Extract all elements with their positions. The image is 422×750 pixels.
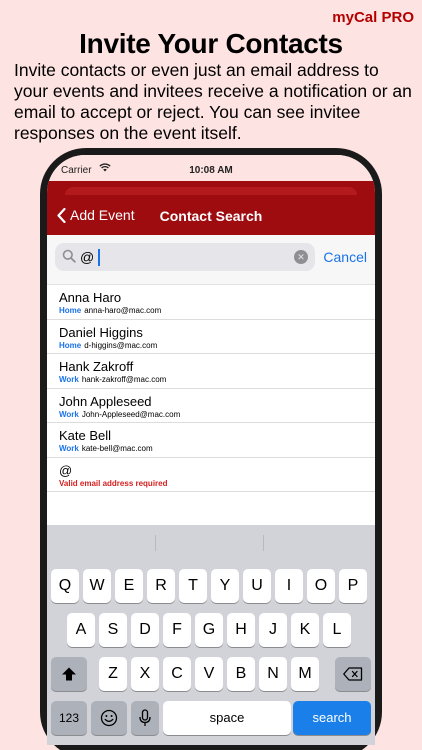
- keyboard-row-2: A S D F G H J K L: [47, 613, 375, 647]
- emoji-key[interactable]: [91, 701, 127, 735]
- status-bar: Carrier 10:08 AM: [47, 155, 375, 181]
- search-icon: [62, 249, 76, 268]
- search-bar: ✕ Cancel: [47, 235, 375, 285]
- email-type-label: Work: [59, 409, 79, 419]
- contact-email-line: Work John-Appleseed@mac.com: [59, 410, 180, 419]
- contact-row-hank-zakroff[interactable]: Hank Zakroff Work hank-zakroff@mac.com: [47, 354, 375, 389]
- emoji-icon: [100, 709, 118, 727]
- headline: Invite Your Contacts: [79, 28, 343, 59]
- key-h[interactable]: H: [227, 613, 255, 647]
- sheet-handle: [65, 187, 357, 195]
- keyboard-row-3: Z X C V B N M: [47, 657, 375, 691]
- email-type-label: Home: [59, 340, 82, 350]
- key-v[interactable]: V: [195, 657, 223, 691]
- contact-email: d-higgins@mac.com: [84, 340, 158, 350]
- key-d[interactable]: D: [131, 613, 159, 647]
- contact-name: Kate Bell: [59, 428, 112, 443]
- email-entry-row[interactable]: @ Valid email address required: [47, 457, 375, 492]
- cancel-button[interactable]: Cancel: [323, 249, 367, 265]
- key-m[interactable]: M: [291, 657, 319, 691]
- contact-email: kate-bell@mac.com: [81, 444, 153, 453]
- list-empty-area: [47, 492, 375, 525]
- contact-email-line: Home d-higgins@mac.com: [59, 341, 157, 350]
- phone-frame: Carrier 10:08 AM Add Event Contact Searc…: [40, 148, 382, 750]
- shift-key[interactable]: [51, 657, 87, 691]
- search-key[interactable]: search: [293, 701, 371, 735]
- key-e[interactable]: E: [115, 569, 143, 603]
- suggestion-divider: [155, 535, 156, 551]
- key-q[interactable]: Q: [51, 569, 79, 603]
- space-key[interactable]: space: [163, 701, 291, 735]
- key-l[interactable]: L: [323, 613, 351, 647]
- key-o[interactable]: O: [307, 569, 335, 603]
- email-type-label: Work: [59, 375, 79, 384]
- contact-email-line: Home anna-haro@mac.com: [59, 306, 161, 315]
- delete-key[interactable]: [335, 657, 371, 691]
- description: Invite contacts or even just an email ad…: [14, 60, 412, 143]
- backspace-icon: [343, 667, 363, 681]
- shift-arrow-icon: [62, 667, 76, 681]
- suggestion-divider: [263, 535, 264, 551]
- phone-screen: Carrier 10:08 AM Add Event Contact Searc…: [47, 155, 375, 745]
- key-z[interactable]: Z: [99, 657, 127, 691]
- email-type-label: Work: [59, 444, 79, 453]
- keyboard: Q W E R T Y U I O P A S D F G H J K L Z …: [47, 525, 375, 745]
- key-c[interactable]: C: [163, 657, 191, 691]
- contact-row-kate-bell[interactable]: Kate Bell Work kate-bell@mac.com: [47, 423, 375, 458]
- contact-row-anna-haro[interactable]: Anna Haro Home anna-haro@mac.com: [47, 285, 375, 320]
- key-j[interactable]: J: [259, 613, 287, 647]
- keyboard-row-1: Q W E R T Y U I O P: [47, 569, 375, 603]
- navigation-bar: Add Event Contact Search: [47, 181, 375, 235]
- email-type-label: Home: [59, 306, 82, 315]
- key-y[interactable]: Y: [211, 569, 239, 603]
- key-p[interactable]: P: [339, 569, 367, 603]
- key-g[interactable]: G: [195, 613, 223, 647]
- key-r[interactable]: R: [147, 569, 175, 603]
- contact-name: Anna Haro: [59, 290, 122, 305]
- contact-row-john-appleseed[interactable]: John Appleseed Work John-Appleseed@mac.co…: [47, 388, 375, 423]
- nav-title: Contact Search: [159, 208, 263, 224]
- contact-list: Anna Haro Home anna-haro@mac.com Daniel H…: [47, 285, 375, 492]
- key-a[interactable]: A: [67, 613, 95, 647]
- contact-name: Hank Zakroff: [59, 359, 134, 374]
- key-k[interactable]: K: [291, 613, 319, 647]
- key-x[interactable]: X: [131, 657, 159, 691]
- key-i[interactable]: I: [275, 569, 303, 603]
- key-f[interactable]: F: [163, 613, 191, 647]
- email-entry-value: @: [59, 462, 73, 478]
- contact-email-line: Work hank-zakroff@mac.com: [59, 375, 166, 384]
- search-field[interactable]: ✕: [55, 243, 315, 271]
- dictation-key[interactable]: [131, 701, 159, 735]
- contact-row-daniel-higgins[interactable]: Daniel Higgins Home d-higgins@mac.com: [47, 319, 375, 354]
- microphone-icon: [139, 709, 151, 726]
- contact-email: John-Appleseed@mac.com: [81, 409, 181, 419]
- status-time: 10:08 AM: [189, 165, 233, 176]
- key-u[interactable]: U: [243, 569, 271, 603]
- key-s[interactable]: S: [99, 613, 127, 647]
- contact-email-line: Work kate-bell@mac.com: [59, 444, 153, 453]
- contact-email: anna-haro@mac.com: [84, 306, 162, 315]
- contact-name: John Appleseed: [59, 393, 152, 409]
- keyboard-row-4: 123 space search: [47, 701, 375, 735]
- key-b[interactable]: B: [227, 657, 255, 691]
- text-caret: [98, 249, 100, 266]
- key-n[interactable]: N: [259, 657, 287, 691]
- search-input[interactable]: [80, 243, 280, 271]
- contact-email: hank-zakroff@mac.com: [81, 375, 167, 384]
- brand-logo: myCal PRO: [332, 9, 414, 26]
- key-w[interactable]: W: [83, 569, 111, 603]
- key-t[interactable]: T: [179, 569, 207, 603]
- validation-error: Valid email address required: [59, 478, 168, 488]
- clear-icon[interactable]: ✕: [294, 250, 308, 264]
- suggestion-bar: [47, 525, 375, 561]
- contact-name: Daniel Higgins: [59, 324, 143, 340]
- numbers-key[interactable]: 123: [51, 701, 87, 735]
